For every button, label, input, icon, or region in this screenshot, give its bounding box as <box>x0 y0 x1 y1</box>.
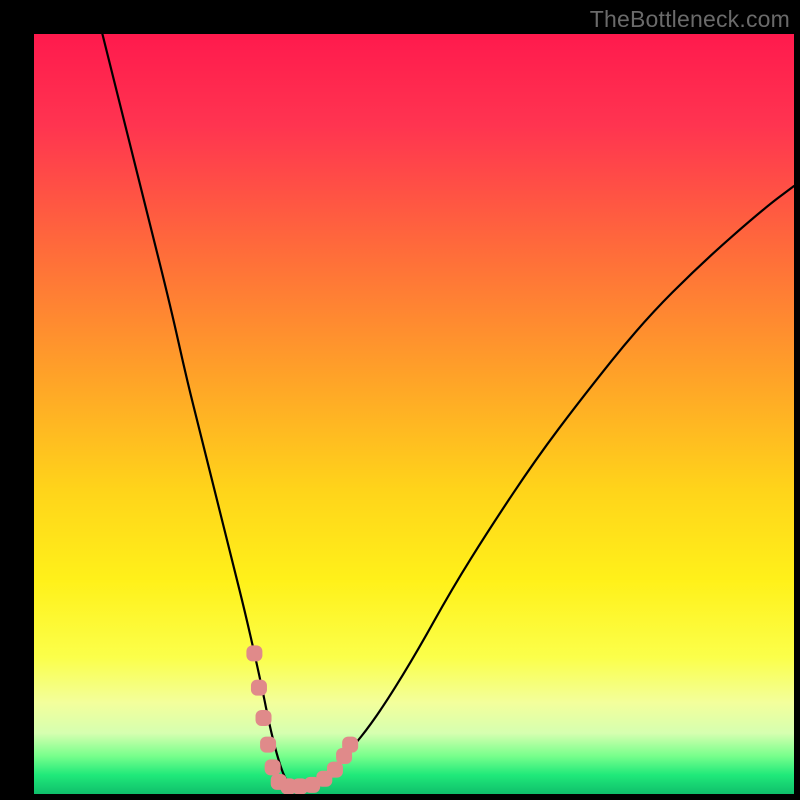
curve-marker <box>342 737 358 753</box>
curve-marker <box>251 680 267 696</box>
curve-marker <box>260 737 276 753</box>
outer-frame: TheBottleneck.com <box>0 0 800 800</box>
curve-path <box>102 34 794 786</box>
plot-area <box>34 34 794 794</box>
curve-marker <box>246 645 262 661</box>
watermark-text: TheBottleneck.com <box>590 6 790 33</box>
curve-marker <box>256 710 272 726</box>
bottleneck-curve <box>34 34 794 794</box>
curve-marker <box>327 762 343 778</box>
curve-marker <box>265 759 281 775</box>
